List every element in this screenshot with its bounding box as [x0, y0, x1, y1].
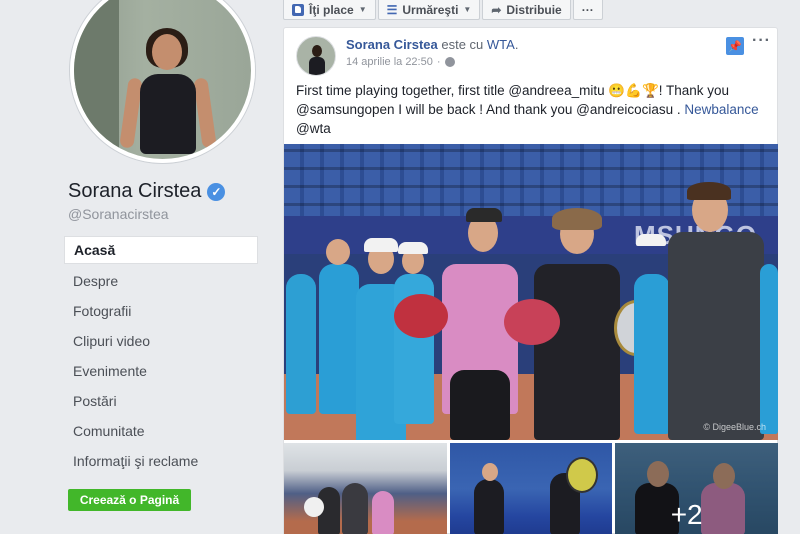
- post-text-part1: First time playing together, first title…: [296, 83, 730, 117]
- profile-picture[interactable]: [70, 0, 255, 163]
- photo-person: [342, 483, 368, 534]
- nav-item-despre[interactable]: Despre: [64, 266, 258, 296]
- photo-thumbnails: +2: [284, 443, 779, 534]
- share-label: Distribuie: [506, 2, 562, 17]
- photo-watermark: © DigeeBlue.ch: [703, 422, 766, 432]
- thumbnail-photo-2[interactable]: [449, 443, 613, 534]
- thumbs-up-icon: [292, 3, 304, 16]
- photo-person: [668, 232, 764, 440]
- photo-player: [534, 264, 620, 440]
- nav-item-informatii-reclame[interactable]: Informaţii şi reclame: [64, 446, 258, 476]
- page-nav: Acasă Despre Fotografii Clipuri video Ev…: [64, 236, 258, 476]
- post-author-link[interactable]: Sorana Cirstea: [346, 37, 438, 52]
- avatar-figure: [309, 57, 325, 75]
- photo-person: [364, 238, 398, 252]
- photo-person: [481, 463, 498, 481]
- photo-person: [634, 274, 670, 434]
- create-page-button[interactable]: Creează o Pagină: [68, 489, 191, 511]
- avatar[interactable]: [296, 36, 336, 76]
- photo-figure: [140, 74, 196, 154]
- post-main-photo[interactable]: MSUNGO © DigeeBlue.ch: [284, 144, 778, 440]
- photo-player: [552, 208, 602, 230]
- rss-icon: ☰: [386, 2, 398, 17]
- post-text-part2: @wta: [296, 121, 331, 136]
- verified-badge-icon: ✓: [207, 182, 226, 201]
- share-arrow-icon: ➦: [491, 2, 502, 17]
- avatar-figure: [312, 45, 322, 57]
- thumbnail-photo-1[interactable]: [284, 443, 447, 534]
- more-photos-count: +2: [670, 499, 703, 530]
- post-with-text: este cu: [437, 37, 487, 52]
- photo-player: [450, 370, 510, 440]
- nav-item-comunitate[interactable]: Comunitate: [64, 416, 258, 446]
- nav-item-acasa[interactable]: Acasă: [64, 236, 258, 264]
- photo-person: [326, 239, 350, 265]
- chevron-down-icon: ▼: [358, 5, 367, 14]
- left-column: Sorana Cirstea ✓ @Soranacirstea Acasă De…: [0, 0, 270, 534]
- post-time-link[interactable]: 14 aprilie la 22:50: [346, 56, 433, 68]
- photo-player: [466, 208, 502, 222]
- photo-flowers: [394, 294, 448, 338]
- nav-item-clipuri-video[interactable]: Clipuri video: [64, 326, 258, 356]
- newbalance-link[interactable]: Newbalance: [684, 102, 758, 117]
- chevron-down-icon: ▼: [463, 5, 472, 14]
- nav-item-evenimente[interactable]: Evenimente: [64, 356, 258, 386]
- thumbnail-photo-3[interactable]: +2: [615, 443, 779, 534]
- photo-person: [319, 264, 359, 414]
- post-header: Sorana Cirstea este cu WTA.: [346, 37, 518, 52]
- follow-button[interactable]: ☰ Urmăreşti ▼: [377, 0, 481, 20]
- like-button[interactable]: Îţi place ▼: [283, 0, 376, 20]
- photo-person: [636, 234, 666, 246]
- globe-icon[interactable]: [444, 57, 455, 67]
- page-username: @Soranacirstea: [68, 206, 169, 222]
- post-text: First time playing together, first title…: [296, 81, 766, 138]
- pin-icon[interactable]: 📌: [726, 37, 744, 55]
- time-separator: ·: [436, 56, 441, 68]
- nav-item-postari[interactable]: Postări: [64, 386, 258, 416]
- photo-trophy: [304, 497, 324, 517]
- photo-figure: [193, 77, 217, 149]
- photo-person: [372, 491, 394, 534]
- post-with-end: .: [514, 37, 519, 52]
- post-timestamp: 14 aprilie la 22:50 ·: [346, 56, 455, 68]
- photo-person: [687, 182, 731, 200]
- photo-wall: [74, 0, 119, 159]
- post-more-options-icon[interactable]: ···: [752, 32, 771, 50]
- photo-flowers: [504, 299, 560, 345]
- tagged-page-link[interactable]: WTA: [487, 37, 515, 52]
- photo-person: [760, 264, 778, 434]
- page-name-text[interactable]: Sorana Cirstea: [68, 180, 201, 203]
- nav-item-fotografii[interactable]: Fotografii: [64, 296, 258, 326]
- page-action-bar: Îţi place ▼ ☰ Urmăreşti ▼ ➦ Distribuie ·…: [283, 0, 603, 20]
- photo-person: [398, 242, 428, 254]
- photo-person: [473, 479, 504, 534]
- follow-label: Urmăreşti: [402, 2, 459, 17]
- share-button[interactable]: ➦ Distribuie: [482, 0, 571, 20]
- photo-racket: [565, 457, 598, 493]
- pinned-post: Sorana Cirstea este cu WTA. 14 aprilie l…: [283, 27, 779, 534]
- photo-person: [286, 274, 316, 414]
- more-photos-overlay[interactable]: +2: [615, 443, 779, 534]
- photo-figure: [152, 34, 182, 70]
- page-title[interactable]: Sorana Cirstea ✓: [68, 180, 226, 203]
- like-label: Îţi place: [309, 2, 354, 17]
- more-options-button[interactable]: ···: [572, 0, 603, 20]
